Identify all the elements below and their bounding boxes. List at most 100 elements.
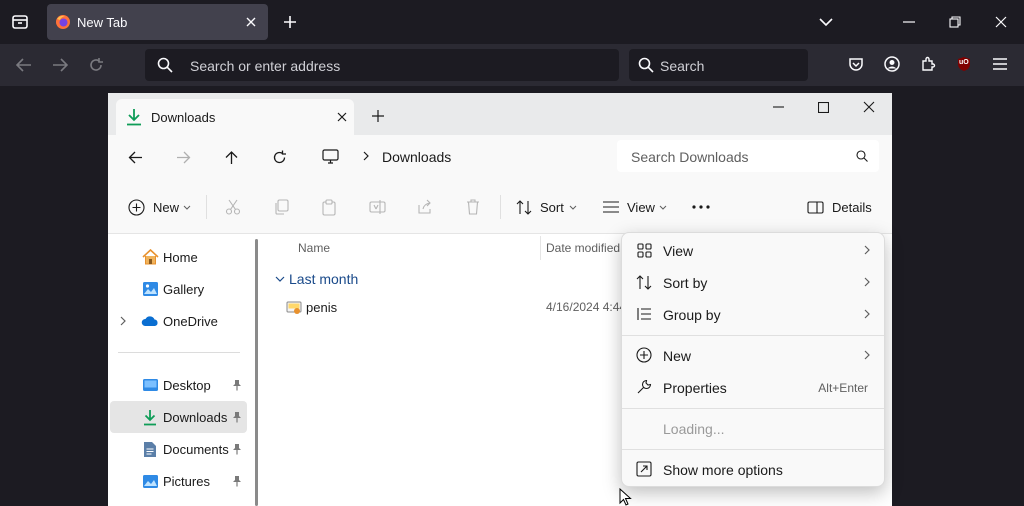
- details-button[interactable]: Details: [800, 191, 880, 223]
- pin-icon: [231, 474, 243, 488]
- minimize-icon[interactable]: [894, 7, 924, 37]
- group-header[interactable]: Last month: [289, 271, 358, 287]
- menu-item-label: New: [663, 348, 692, 364]
- menu-item-view[interactable]: View: [626, 234, 880, 266]
- rename-icon[interactable]: [368, 198, 386, 216]
- back-icon[interactable]: [126, 148, 144, 166]
- account-icon[interactable]: [877, 49, 907, 79]
- cut-icon[interactable]: [224, 198, 242, 216]
- sidebar-item-home[interactable]: Home: [110, 241, 247, 273]
- firefox-view-icon[interactable]: [5, 7, 35, 37]
- reload-icon[interactable]: [81, 50, 111, 80]
- menu-item-label: Group by: [663, 307, 721, 323]
- back-icon[interactable]: [9, 50, 39, 80]
- firefox-logo-icon: [55, 14, 71, 30]
- menu-divider: [622, 408, 884, 409]
- address-bar[interactable]: Search or enter address: [145, 49, 619, 81]
- mouse-cursor-icon: [618, 488, 632, 506]
- sort-label: Sort: [540, 200, 564, 215]
- plus-circle-icon: [636, 347, 652, 363]
- menu-item-loading: Loading...: [626, 412, 880, 444]
- column-header-name[interactable]: Name: [298, 241, 330, 255]
- more-options-icon[interactable]: [690, 198, 712, 216]
- extensions-icon[interactable]: [913, 49, 943, 79]
- download-icon: [141, 408, 159, 426]
- desktop-icon: [141, 376, 159, 394]
- pin-icon: [231, 410, 243, 424]
- search-icon: [157, 57, 173, 73]
- menu-item-sort-by[interactable]: Sort by: [626, 266, 880, 298]
- sort-icon: [636, 274, 652, 290]
- documents-icon: [141, 440, 159, 458]
- close-tab-icon[interactable]: [243, 14, 259, 30]
- sidebar-item-gallery[interactable]: Gallery: [110, 273, 247, 305]
- menu-icon[interactable]: [985, 49, 1015, 79]
- explorer-tab-downloads[interactable]: Downloads: [116, 99, 354, 135]
- share-icon[interactable]: [416, 198, 434, 216]
- divider: [500, 195, 501, 219]
- close-window-icon[interactable]: [861, 99, 877, 115]
- up-icon[interactable]: [222, 148, 240, 166]
- chevron-right-icon[interactable]: [119, 316, 127, 326]
- menu-item-show-more-options[interactable]: Show more options: [626, 453, 880, 485]
- list-view-icon: [602, 199, 620, 215]
- menu-item-group-by[interactable]: Group by: [626, 298, 880, 330]
- chevron-right-icon: [862, 276, 872, 288]
- new-tab-icon[interactable]: [370, 108, 386, 124]
- navigation-pane: Home Gallery OneDrive Desktop Downloads …: [108, 235, 258, 506]
- view-button[interactable]: View: [598, 191, 670, 223]
- column-divider[interactable]: [540, 236, 541, 260]
- ublock-origin-icon[interactable]: uO: [949, 49, 979, 79]
- new-tab-button[interactable]: [275, 7, 305, 37]
- column-header-date[interactable]: Date modified: [546, 241, 620, 255]
- sidebar-item-desktop[interactable]: Desktop: [110, 369, 247, 401]
- tab-new-tab[interactable]: New Tab: [47, 4, 268, 40]
- sidebar-item-documents[interactable]: Documents: [110, 433, 247, 465]
- explorer-search-input[interactable]: Search Downloads: [617, 140, 879, 172]
- paste-icon[interactable]: [320, 198, 338, 216]
- grid-icon: [636, 242, 652, 258]
- maximize-icon[interactable]: [815, 99, 831, 115]
- delete-icon[interactable]: [464, 198, 482, 216]
- chevron-down-icon[interactable]: [275, 275, 285, 283]
- restore-icon[interactable]: [940, 7, 970, 37]
- sidebar-scrollbar[interactable]: [255, 239, 258, 506]
- close-window-icon[interactable]: [986, 7, 1016, 37]
- list-all-tabs-icon[interactable]: [811, 7, 841, 37]
- command-bar: New Sort View Details: [108, 181, 892, 234]
- close-tab-icon[interactable]: [334, 109, 350, 125]
- ublock-badge: uO: [959, 59, 969, 66]
- menu-item-new[interactable]: New: [626, 339, 880, 371]
- view-label: View: [627, 200, 655, 215]
- details-label: Details: [832, 200, 872, 215]
- sidebar-item-pictures[interactable]: Pictures: [110, 465, 247, 497]
- breadcrumb-downloads[interactable]: Downloads: [382, 149, 451, 165]
- monitor-icon: [321, 148, 339, 164]
- sort-button[interactable]: Sort: [510, 191, 580, 223]
- refresh-icon[interactable]: [270, 148, 288, 166]
- new-button[interactable]: New: [122, 191, 194, 223]
- explorer-address-row: Downloads Search Downloads: [108, 135, 892, 181]
- forward-icon[interactable]: [174, 148, 192, 166]
- minimize-icon[interactable]: [770, 99, 786, 115]
- menu-item-properties[interactable]: Properties Alt+Enter: [626, 371, 880, 403]
- search-bar[interactable]: Search: [629, 49, 808, 81]
- sidebar-item-downloads[interactable]: Downloads: [110, 401, 247, 433]
- chevron-right-icon: [361, 150, 371, 162]
- sidebar-item-onedrive[interactable]: OneDrive: [110, 305, 247, 337]
- gallery-icon: [141, 280, 159, 298]
- external-icon: [636, 461, 652, 477]
- copy-icon[interactable]: [272, 198, 290, 216]
- sidebar-divider: [118, 352, 240, 353]
- chevron-down-icon: [182, 203, 191, 211]
- chevron-right-icon: [862, 244, 872, 256]
- plus-circle-icon: [127, 198, 145, 216]
- sidebar-item-label: Pictures: [163, 474, 210, 489]
- menu-divider: [622, 449, 884, 450]
- sidebar-item-label: Desktop: [163, 378, 211, 393]
- forward-icon[interactable]: [45, 50, 75, 80]
- pocket-icon[interactable]: [841, 49, 871, 79]
- breadcrumb[interactable]: Downloads: [311, 140, 603, 172]
- search-icon: [855, 149, 869, 163]
- file-name: penis: [306, 300, 338, 315]
